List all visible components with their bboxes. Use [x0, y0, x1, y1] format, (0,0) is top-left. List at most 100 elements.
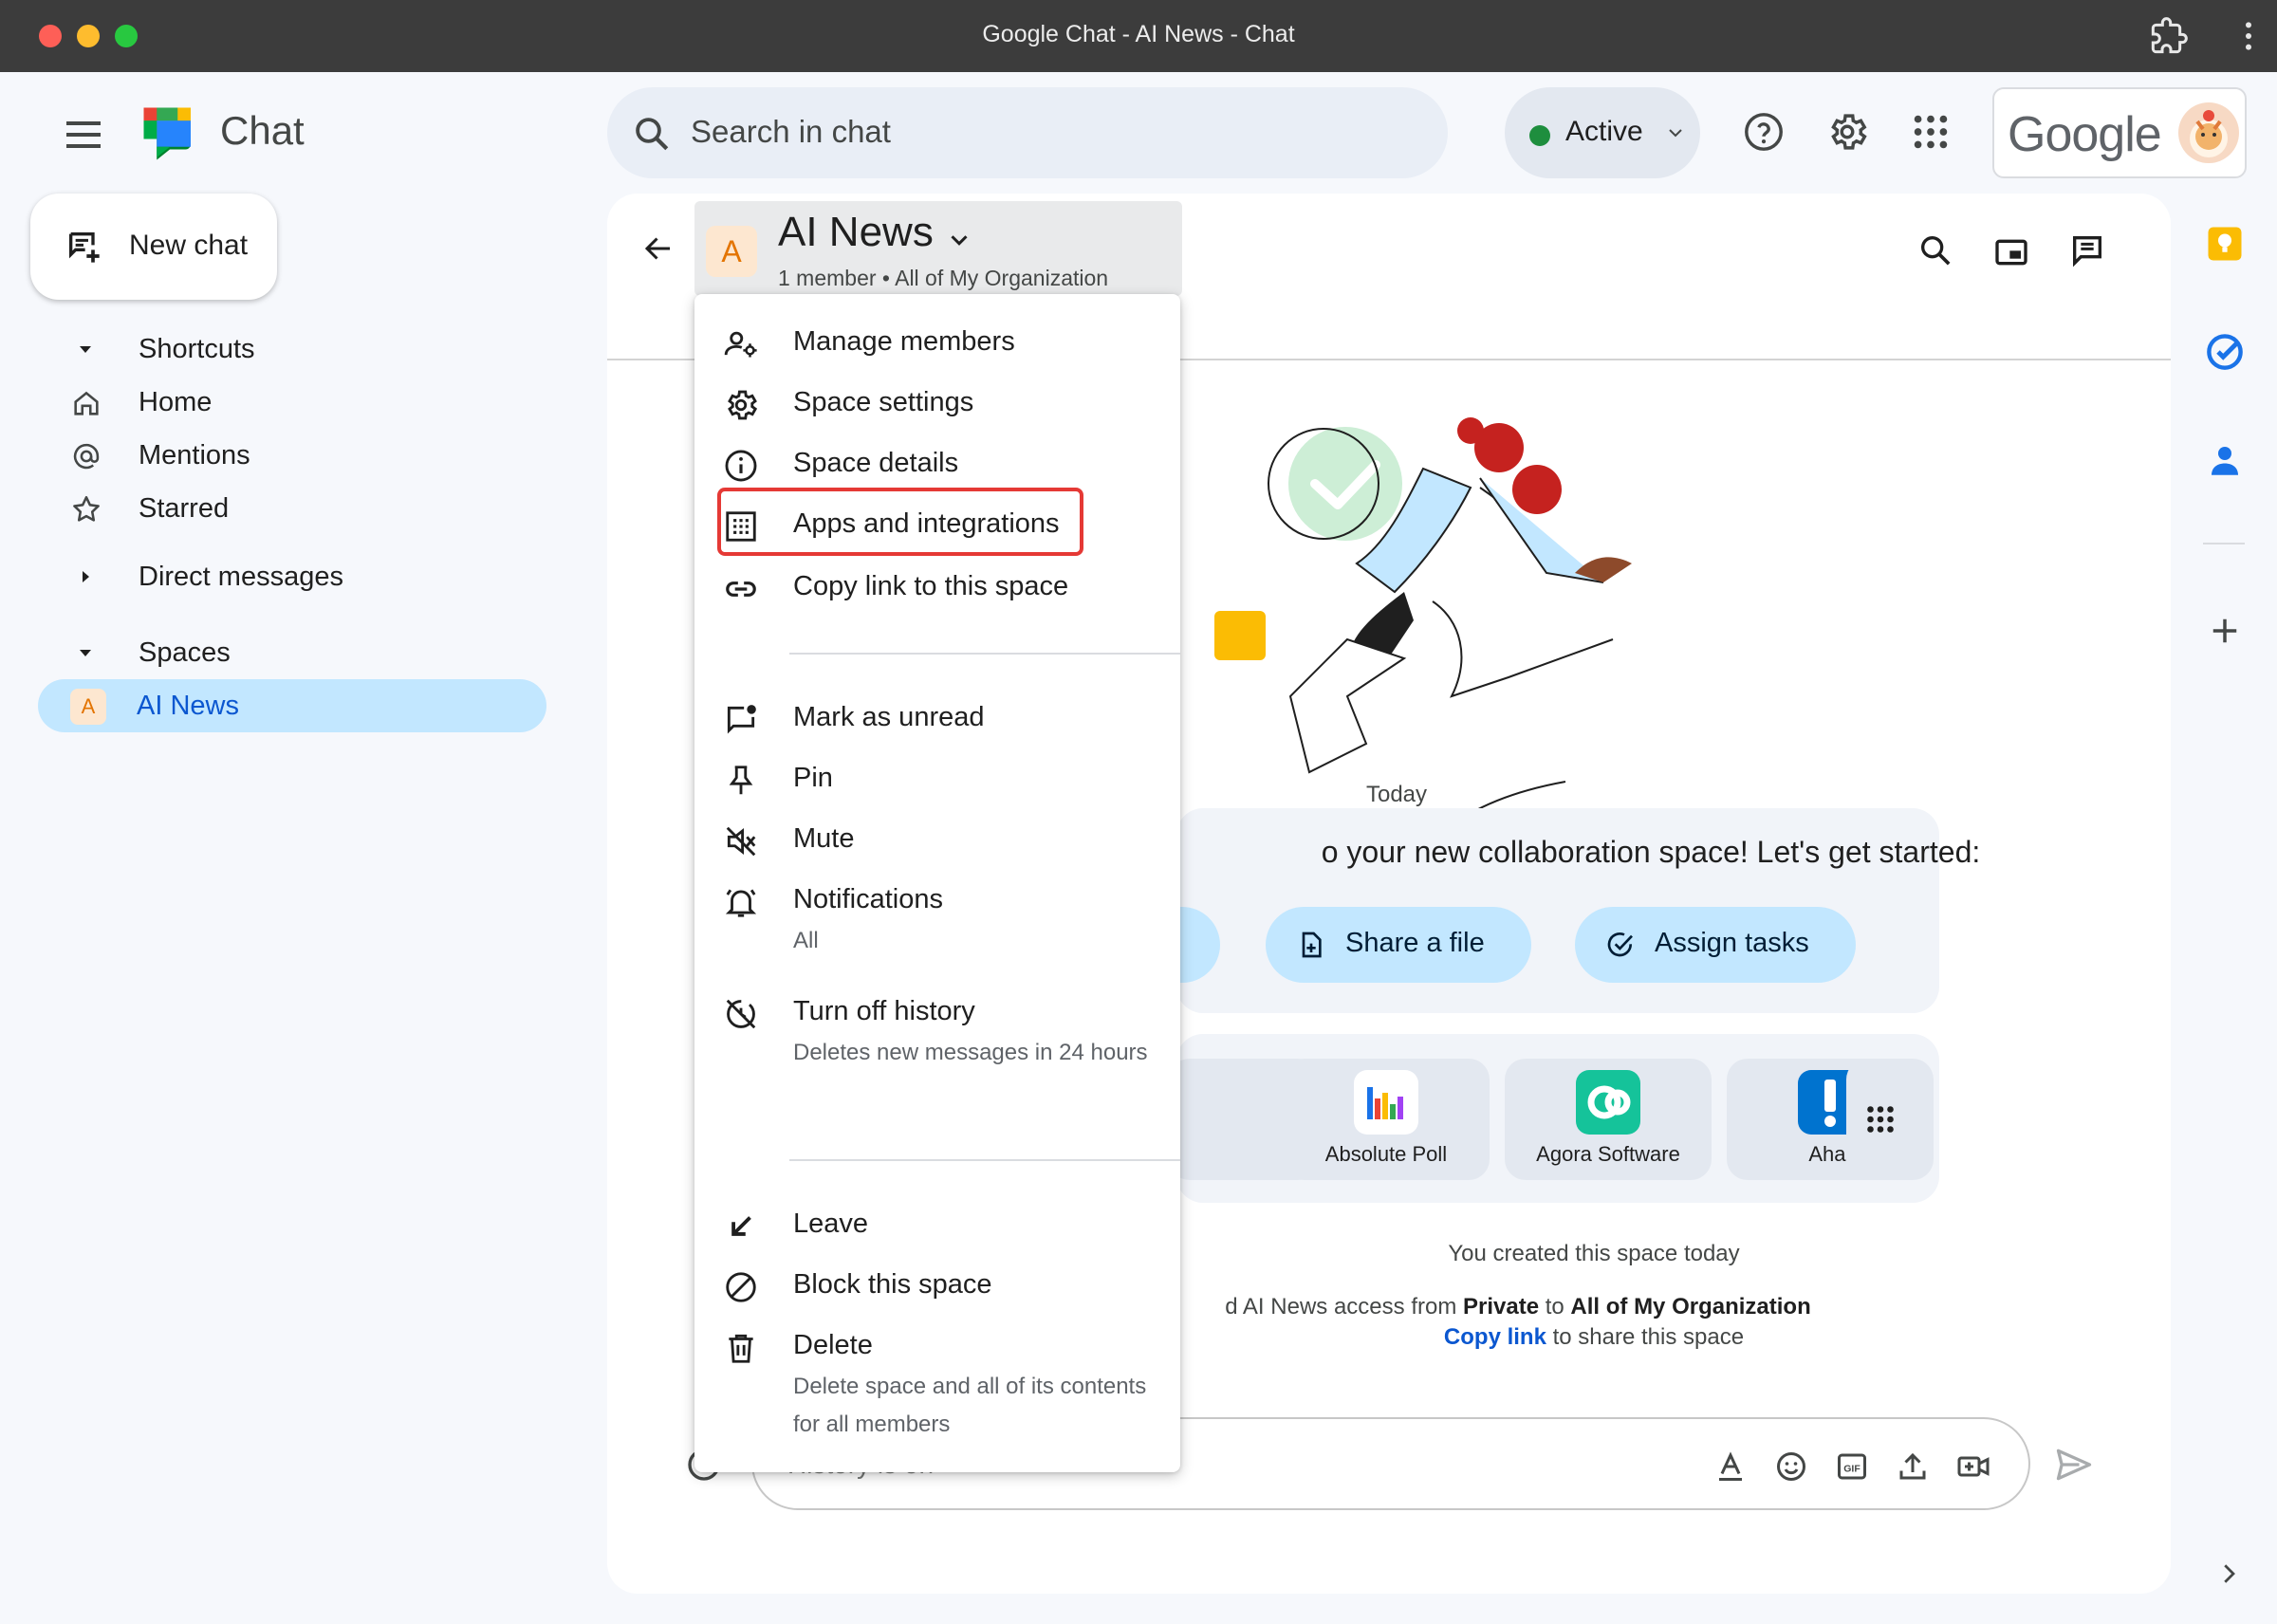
- menu-item-label: Space settings: [793, 387, 974, 417]
- menu-divider: [789, 653, 1180, 655]
- access-text: d AI News access from: [1225, 1294, 1463, 1320]
- menu-item-sublabel: Delete space and all of its contents for…: [793, 1374, 1147, 1437]
- file-add-icon: [1296, 930, 1326, 960]
- window-title: Google Chat - AI News - Chat: [982, 21, 1295, 47]
- menu-item-label: Space details: [793, 448, 959, 478]
- new-chat-button[interactable]: New chat: [30, 194, 277, 300]
- keep-icon[interactable]: [2205, 224, 2245, 264]
- main-menu-icon[interactable]: [61, 112, 106, 157]
- status-selector[interactable]: Active: [1505, 87, 1700, 178]
- chevron-down-icon: [945, 226, 973, 254]
- threads-icon[interactable]: [2068, 231, 2106, 269]
- direct-messages-section-toggle[interactable]: Direct messages: [0, 550, 550, 603]
- app-tile-absolute-poll[interactable]: Absolute Poll: [1283, 1059, 1490, 1180]
- status-label: Active: [1565, 116, 1643, 147]
- history-off-icon: [723, 996, 759, 1032]
- tasks-icon[interactable]: [2205, 332, 2245, 372]
- back-arrow-icon[interactable]: [641, 231, 676, 266]
- send-icon[interactable]: [2053, 1444, 2095, 1486]
- menu-item-label: Manage members: [793, 326, 1015, 357]
- rail-divider: [2203, 543, 2245, 544]
- menu-item-sublabel: Deletes new messages in 24 hours: [793, 1040, 1148, 1065]
- more-apps-button[interactable]: [1846, 1059, 1915, 1180]
- app-name: Agora Software: [1536, 1142, 1680, 1166]
- assign-tasks-label: Assign tasks: [1655, 928, 1809, 958]
- extension-icon[interactable]: [2150, 17, 2188, 55]
- search-input[interactable]: Search in chat: [691, 114, 891, 150]
- chevron-down-icon: [1664, 121, 1687, 144]
- system-message-access: d AI News access from Private to All of …: [1044, 1294, 1992, 1320]
- video-meeting-icon[interactable]: [1956, 1449, 1990, 1484]
- search-bar[interactable]: Search in chat: [607, 87, 1448, 178]
- system-message-created: You created this space today: [1448, 1241, 1740, 1266]
- shortcuts-section-toggle[interactable]: Shortcuts: [0, 323, 550, 376]
- welcome-message: o your new collaboration space! Let's ge…: [1321, 835, 1981, 869]
- upload-icon[interactable]: [1896, 1449, 1930, 1484]
- new-chat-label: New chat: [129, 230, 249, 261]
- chat-logo-icon: [139, 102, 201, 165]
- menu-item-label: Notifications: [793, 884, 943, 914]
- more-vert-icon[interactable]: [2230, 17, 2268, 55]
- shortcuts-heading: Shortcuts: [139, 334, 255, 364]
- app-name: Absolute Poll: [1324, 1142, 1448, 1166]
- nav-item-label: Home: [139, 387, 213, 417]
- menu-item-label: Block this space: [793, 1269, 992, 1300]
- space-subtitle: 1 member • All of My Organization: [778, 266, 1109, 290]
- manage-members-icon: [723, 326, 759, 362]
- app-tile-agora-software[interactable]: Agora Software: [1505, 1059, 1712, 1180]
- space-avatar: A: [706, 226, 757, 277]
- menu-item-label: Copy link to this space: [793, 571, 1069, 601]
- google-apps-icon[interactable]: [1909, 110, 1953, 154]
- chevron-right-icon[interactable]: [2214, 1559, 2243, 1588]
- space-title: AI News: [778, 209, 934, 255]
- help-icon[interactable]: [1742, 110, 1786, 154]
- space-avatar: A: [70, 689, 106, 725]
- svg-text:GIF: GIF: [1843, 1463, 1860, 1474]
- nav-item-label: Starred: [139, 493, 230, 524]
- add-addon-icon[interactable]: [2205, 611, 2245, 651]
- access-from: Private: [1462, 1294, 1540, 1320]
- contacts-icon[interactable]: [2205, 440, 2245, 480]
- gif-icon[interactable]: GIF: [1835, 1449, 1869, 1484]
- space-header-button[interactable]: A AI News 1 member • All of My Organizat…: [694, 201, 1182, 296]
- system-message-copy-link: Copy link to share this space: [1120, 1324, 2068, 1351]
- menu-item-label: Mute: [793, 823, 855, 854]
- access-to: All of My Organization: [1570, 1294, 1811, 1320]
- account-switcher[interactable]: Google: [1992, 87, 2247, 178]
- search-icon: [632, 114, 672, 154]
- status-dot: [1529, 125, 1550, 146]
- copy-link[interactable]: Copy link: [1444, 1324, 1546, 1350]
- avatar[interactable]: [2178, 102, 2239, 163]
- search-in-space-icon[interactable]: [1916, 231, 1954, 269]
- date-divider: Today: [1340, 782, 1453, 808]
- picture-in-picture-icon[interactable]: [1992, 233, 2030, 271]
- copy-link-suffix: to share this space: [1546, 1324, 1745, 1350]
- access-text: to: [1539, 1294, 1571, 1320]
- new-chat-icon: [65, 228, 102, 266]
- block-icon: [723, 1269, 759, 1305]
- star-icon: [70, 493, 102, 526]
- apps-grid-icon: [723, 508, 759, 544]
- emoji-icon[interactable]: [1774, 1449, 1808, 1484]
- nav-item-starred[interactable]: Starred: [0, 482, 550, 535]
- agora-software-logo: [1576, 1070, 1640, 1135]
- nav-item-home[interactable]: Home: [0, 376, 550, 429]
- link-icon: [723, 571, 759, 607]
- nav-item-mentions[interactable]: Mentions: [0, 429, 550, 482]
- sidebar-item-ai-news[interactable]: A AI News: [38, 679, 546, 732]
- share-file-button[interactable]: Share a file: [1266, 907, 1531, 983]
- leave-arrow-icon: [723, 1209, 759, 1245]
- settings-gear-icon[interactable]: [1825, 110, 1869, 154]
- space-options-menu: Manage members Space settings Space deta…: [694, 294, 1180, 1472]
- home-icon: [70, 387, 102, 419]
- absolute-poll-logo: [1354, 1070, 1418, 1135]
- menu-item-label: Mark as unread: [793, 702, 985, 732]
- menu-item-label: Delete: [793, 1330, 873, 1360]
- assign-tasks-button[interactable]: Assign tasks: [1575, 907, 1856, 983]
- mark-unread-icon: [723, 702, 759, 738]
- spaces-section-toggle[interactable]: Spaces: [0, 626, 550, 679]
- caret-down-icon: [74, 338, 97, 360]
- sidebar-item-label: AI News: [137, 691, 239, 721]
- menu-item-label: Turn off history: [793, 996, 975, 1026]
- text-format-icon[interactable]: [1713, 1449, 1748, 1484]
